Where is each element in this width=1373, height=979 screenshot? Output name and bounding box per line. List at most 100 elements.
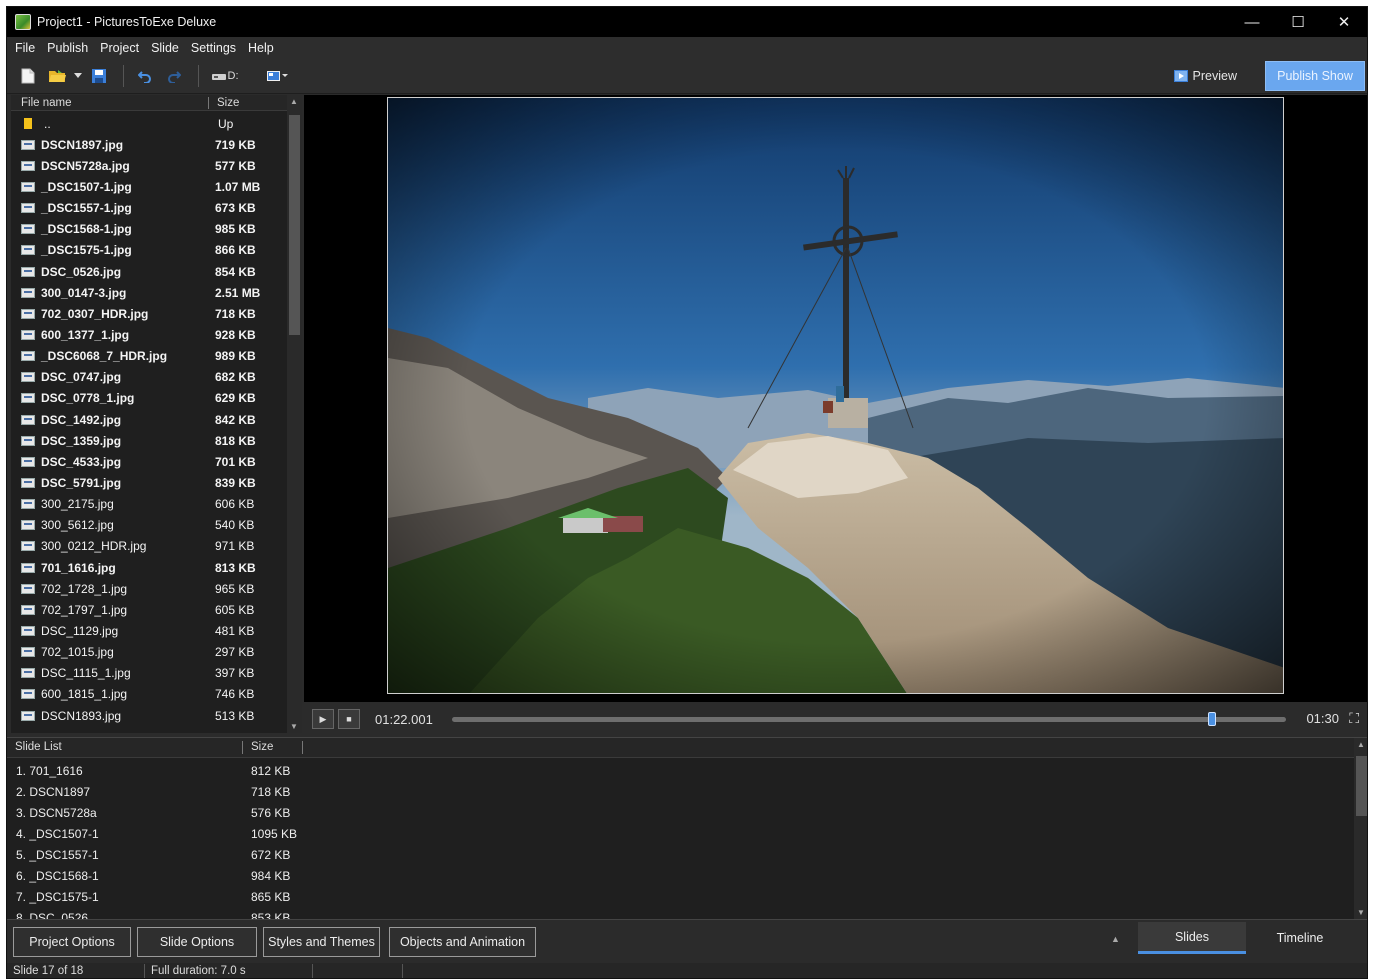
file-row[interactable]: _DSC1557-1.jpg 673 KB xyxy=(11,198,287,219)
file-row[interactable]: DSC_1115_1.jpg 397 KB xyxy=(11,663,287,684)
file-row[interactable]: DSCN5728a.jpg 577 KB xyxy=(11,155,287,176)
menu-file[interactable]: File xyxy=(9,41,41,55)
scroll-down-icon[interactable]: ▼ xyxy=(1357,908,1365,917)
slide-list-scrollbar[interactable]: ▲ ▼ xyxy=(1354,738,1367,919)
close-button[interactable]: ✕ xyxy=(1321,7,1367,37)
file-row[interactable]: 300_5612.jpg 540 KB xyxy=(11,515,287,536)
file-row[interactable]: _DSC1575-1.jpg 866 KB xyxy=(11,240,287,261)
title-bar[interactable]: Project1 - PicturesToExe Deluxe — ☐ ✕ xyxy=(7,7,1367,37)
play-button[interactable]: ▶ xyxy=(312,709,334,729)
scrollbar-thumb[interactable] xyxy=(289,115,300,335)
bottom-button-bar: Project Options Slide Options Styles and… xyxy=(7,919,1367,963)
menu-publish[interactable]: Publish xyxy=(41,41,94,55)
tab-timeline[interactable]: Timeline xyxy=(1246,922,1354,954)
slide-size: 984 KB xyxy=(251,869,291,884)
image-file-icon xyxy=(21,583,35,594)
project-options-button[interactable]: Project Options xyxy=(13,927,131,957)
file-row[interactable]: DSCN1897.jpg 719 KB xyxy=(11,134,287,155)
toolbar: D: Preview Publish Show xyxy=(7,58,1367,94)
file-row[interactable]: 702_0307_HDR.jpg 718 KB xyxy=(11,303,287,324)
file-row[interactable]: DSC_1129.jpg 481 KB xyxy=(11,620,287,641)
file-row[interactable]: 300_2175.jpg 606 KB xyxy=(11,494,287,515)
file-name-column-header[interactable]: File name xyxy=(11,96,209,109)
redo-button[interactable] xyxy=(161,63,187,89)
drive-icon xyxy=(211,73,226,80)
file-row[interactable]: 300_0212_HDR.jpg 971 KB xyxy=(11,536,287,557)
file-list-scrollbar[interactable]: ▲ ▼ xyxy=(287,95,302,733)
menu-settings[interactable]: Settings xyxy=(185,41,242,55)
file-name: DSC_5791.jpg xyxy=(41,475,122,490)
view-mode-button[interactable] xyxy=(263,63,293,89)
styles-themes-button[interactable]: Styles and Themes xyxy=(263,927,380,957)
undo-button[interactable] xyxy=(132,63,158,89)
slide-row[interactable]: 1. 701_1616 812 KB xyxy=(7,760,407,781)
file-row[interactable]: 600_1815_1.jpg 746 KB xyxy=(11,684,287,705)
file-row[interactable]: _DSC1507-1.jpg 1.07 MB xyxy=(11,176,287,197)
expand-panel-icon[interactable]: ▲ xyxy=(1111,934,1120,944)
slide-name: 1. 701_1616 xyxy=(16,763,83,778)
file-row[interactable]: DSC_0747.jpg 682 KB xyxy=(11,367,287,388)
slide-row[interactable]: 3. DSCN5728a 576 KB xyxy=(7,802,407,823)
file-row[interactable]: _DSC1568-1.jpg 985 KB xyxy=(11,219,287,240)
redo-icon xyxy=(168,70,181,83)
file-row[interactable]: 701_1616.jpg 813 KB xyxy=(11,557,287,578)
file-row[interactable]: DSC_0526.jpg 854 KB xyxy=(11,261,287,282)
file-row[interactable]: DSC_0778_1.jpg 629 KB xyxy=(11,388,287,409)
timeline-slider-thumb[interactable] xyxy=(1207,712,1216,726)
slide-row[interactable]: 6. _DSC1568-1 984 KB xyxy=(7,865,407,886)
maximize-button[interactable]: ☐ xyxy=(1275,7,1321,37)
slide-size-column-header[interactable]: Size xyxy=(243,741,303,754)
file-row[interactable]: 600_1377_1.jpg 928 KB xyxy=(11,324,287,345)
slide-row[interactable]: 7. _DSC1575-1 865 KB xyxy=(7,887,407,908)
fullscreen-icon[interactable]: ⛶ xyxy=(1349,710,1359,727)
slide-row[interactable]: 4. _DSC1507-1 1095 KB xyxy=(7,823,407,844)
minimize-button[interactable]: — xyxy=(1229,7,1275,37)
file-row[interactable]: 300_0147-3.jpg 2.51 MB xyxy=(11,282,287,303)
slide-size: 1095 KB xyxy=(251,826,298,841)
file-row[interactable]: DSC_1492.jpg 842 KB xyxy=(11,409,287,430)
scroll-up-icon[interactable]: ▲ xyxy=(1357,740,1365,749)
menu-help[interactable]: Help xyxy=(242,41,280,55)
file-size: Up xyxy=(218,116,234,131)
folder-up-row[interactable]: .. Up xyxy=(11,113,287,134)
image-file-icon xyxy=(21,414,35,425)
menu-project[interactable]: Project xyxy=(94,41,145,55)
play-icon: ▶ xyxy=(319,713,327,724)
slide-row[interactable]: 2. DSCN1897 718 KB xyxy=(7,781,407,802)
file-row[interactable]: DSC_5791.jpg 839 KB xyxy=(11,472,287,493)
publish-show-button[interactable]: Publish Show xyxy=(1265,61,1365,91)
file-row[interactable]: 702_1015.jpg 297 KB xyxy=(11,642,287,663)
preview-button[interactable]: Preview xyxy=(1173,65,1237,87)
preview-label: Preview xyxy=(1192,69,1237,83)
file-row[interactable]: DSCN1893.jpg 513 KB xyxy=(11,705,287,726)
file-row[interactable]: DSC_4533.jpg 701 KB xyxy=(11,451,287,472)
file-row[interactable]: DSC_1359.jpg 818 KB xyxy=(11,430,287,451)
slide-row[interactable]: 5. _DSC1557-1 672 KB xyxy=(7,844,407,865)
image-file-icon xyxy=(21,710,35,721)
slide-options-button[interactable]: Slide Options xyxy=(137,927,257,957)
stop-button[interactable]: ■ xyxy=(338,709,360,729)
slide-size: 576 KB xyxy=(251,805,291,820)
open-dropdown-button[interactable] xyxy=(73,63,83,89)
new-project-button[interactable] xyxy=(15,63,41,89)
timeline-slider[interactable] xyxy=(452,712,1286,726)
file-row[interactable]: 702_1728_1.jpg 965 KB xyxy=(11,578,287,599)
scrollbar-thumb[interactable] xyxy=(1356,756,1367,816)
scroll-up-icon[interactable]: ▲ xyxy=(290,97,298,106)
menu-slide[interactable]: Slide xyxy=(145,41,185,55)
open-project-button[interactable] xyxy=(44,63,70,89)
file-row[interactable]: 702_1797_1.jpg 605 KB xyxy=(11,599,287,620)
scroll-down-icon[interactable]: ▼ xyxy=(290,722,298,731)
slide-list-column-header[interactable]: Slide List xyxy=(7,741,243,754)
file-size-column-header[interactable]: Size xyxy=(209,97,239,109)
file-name: DSC_1492.jpg xyxy=(41,412,122,427)
file-name: 701_1616.jpg xyxy=(41,560,116,575)
tab-slides[interactable]: Slides xyxy=(1138,922,1246,954)
mountain-summit-cross-picture xyxy=(388,98,1283,693)
slide-preview-image[interactable] xyxy=(387,97,1284,694)
objects-animation-button[interactable]: Objects and Animation xyxy=(389,927,536,957)
drive-label: D: xyxy=(227,69,239,82)
file-row[interactable]: _DSC6068_7_HDR.jpg 989 KB xyxy=(11,346,287,367)
drive-select-button[interactable]: D: xyxy=(207,63,243,89)
save-button[interactable] xyxy=(86,63,112,89)
